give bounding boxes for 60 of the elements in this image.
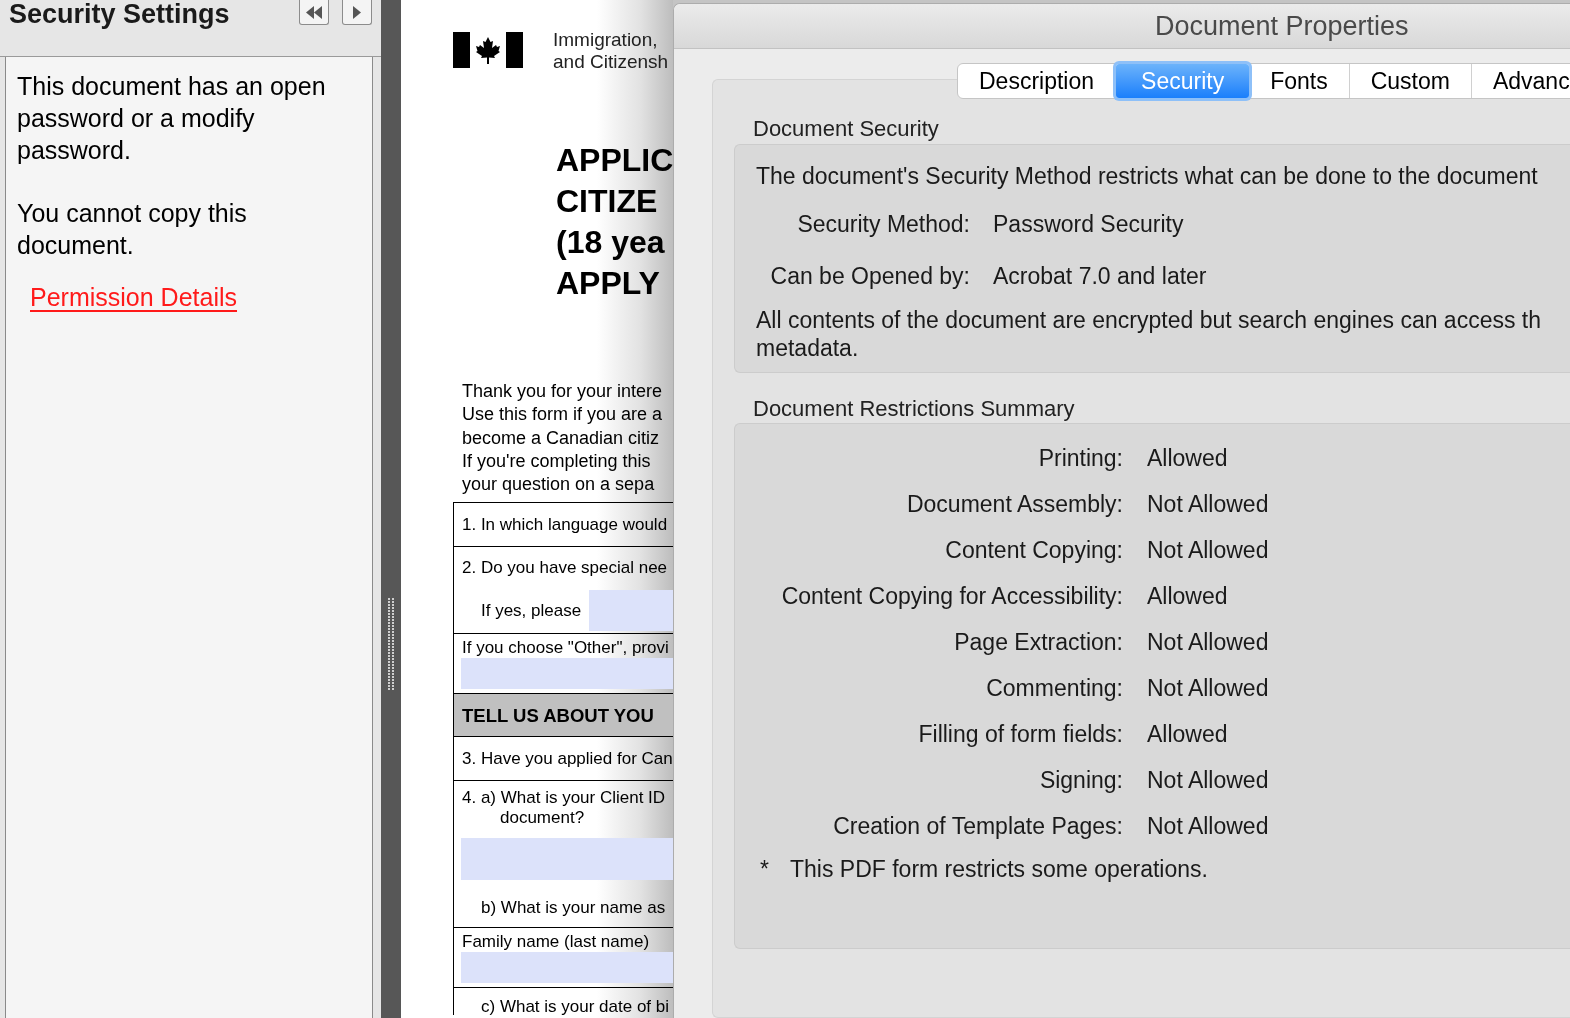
field-label: Family name (last name) xyxy=(461,932,651,953)
input-field[interactable] xyxy=(461,952,673,984)
restriction-value: Allowed xyxy=(1147,444,1229,472)
input-field[interactable] xyxy=(589,590,673,632)
form-question: 2. Do you have special nee xyxy=(462,558,669,579)
flag-icon xyxy=(453,32,523,68)
sidebar-title: Security Settings xyxy=(9,0,230,28)
tab[interactable]: Fonts xyxy=(1249,64,1350,98)
footnote-mark: * xyxy=(760,855,770,883)
field-label: Security Method: xyxy=(796,210,970,238)
restriction-value: Allowed xyxy=(1147,582,1229,610)
restriction-value: Not Allowed xyxy=(1147,536,1270,564)
restriction-label: Content Copying for Accessibility: xyxy=(780,582,1123,610)
restriction-value: Not Allowed xyxy=(1147,674,1270,702)
field-value: Acrobat 7.0 and later xyxy=(993,262,1208,290)
input-field[interactable] xyxy=(461,658,673,690)
restriction-label: Page Extraction: xyxy=(953,628,1123,656)
form-question: b) What is your name as xyxy=(480,898,667,919)
restriction-label: Creation of Template Pages: xyxy=(832,812,1123,840)
tab[interactable]: Custom xyxy=(1349,64,1472,98)
form-question: 3. Have you applied for Can xyxy=(462,749,673,769)
dialog-title: Document Properties xyxy=(1155,11,1409,41)
intro-paragraph: Thank you for your intere Use this form if you are a become a Canadian citiz If you're completing this your question on a sepa xyxy=(462,380,664,497)
document-title: APPLIC CITIZE (18 yea APPLY xyxy=(556,141,673,303)
triangle-right-icon xyxy=(353,5,361,19)
tab[interactable]: Advanc xyxy=(1471,64,1570,98)
field-label: If yes, please xyxy=(481,601,582,621)
grip-icon xyxy=(388,598,394,691)
restriction-label: Filling of form fields: xyxy=(917,720,1123,748)
restriction-value: Not Allowed xyxy=(1147,490,1270,518)
group-heading: Document Security xyxy=(752,116,940,142)
section-heading: TELL US ABOUT YOU xyxy=(454,694,673,738)
restriction-value: Not Allowed xyxy=(1147,628,1270,656)
agency-name: Immigration, and Citizensh xyxy=(553,29,669,73)
info-paragraph: This document has an open password or a modify password. xyxy=(17,71,327,166)
restriction-value: Not Allowed xyxy=(1147,766,1270,794)
input-field[interactable] xyxy=(461,838,673,881)
splitter-bar[interactable] xyxy=(381,0,401,1018)
group-heading: Document Restrictions Summary xyxy=(752,396,1076,422)
form-question: 4. a) What is your Client ID document? xyxy=(462,788,667,829)
field-value: Password Security xyxy=(993,210,1185,238)
permission-details-link[interactable]: Permission Details xyxy=(30,281,237,313)
restriction-label: Content Copying: xyxy=(944,536,1123,564)
field-label: If you choose "Other", provi xyxy=(461,638,670,659)
restriction-value: Not Allowed xyxy=(1147,812,1270,840)
info-paragraph: You cannot copy this document. xyxy=(17,198,248,261)
restriction-value: Allowed xyxy=(1147,720,1229,748)
form-question: c) What is your date of bi xyxy=(481,998,671,1016)
security-description: The document's Security Method restricts what can be done to the document xyxy=(755,162,1539,190)
restriction-label: Signing: xyxy=(1038,766,1123,794)
encryption-note: All contents of the document are encrypted but search engines can access th metadata. xyxy=(755,306,1543,362)
footnote-text: This PDF form restricts some operations. xyxy=(790,855,1208,883)
restriction-label: Document Assembly: xyxy=(905,490,1123,518)
forward-button[interactable] xyxy=(342,0,372,25)
restriction-label: Printing: xyxy=(1037,444,1123,472)
restriction-label: Commenting: xyxy=(985,674,1123,702)
double-triangle-left-icon xyxy=(306,5,322,19)
field-label: Can be Opened by: xyxy=(769,262,970,290)
back-button[interactable] xyxy=(299,0,329,25)
form-question: 1. In which language would xyxy=(462,515,668,535)
